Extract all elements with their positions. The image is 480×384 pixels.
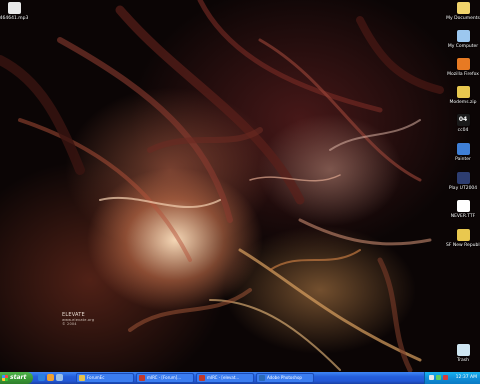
start-label: start xyxy=(10,374,27,381)
mp3-file-shortcut[interactable]: 464641.mp3 xyxy=(0,2,31,21)
wallpaper-signature: ELEVATE www.elevate.org © 2004 xyxy=(62,312,94,326)
icon-label: Painter xyxy=(455,157,471,162)
painter-icon xyxy=(456,143,470,155)
icon-label: cc04 xyxy=(457,128,469,133)
internet-explorer-icon[interactable] xyxy=(38,374,45,381)
ccd4-shortcut[interactable]: 04 cc04 xyxy=(446,114,480,133)
mp3-file-icon xyxy=(7,2,21,14)
taskbar-button[interactable]: ForumEc xyxy=(76,373,134,383)
my-computer-icon xyxy=(456,30,470,42)
icon-label: Modems.zip xyxy=(449,100,477,105)
network-icon[interactable] xyxy=(436,375,441,380)
icon-label: Trash xyxy=(457,358,469,363)
taskbar-button[interactable]: Adobe Photoshop xyxy=(256,373,314,383)
mozilla-firefox-icon xyxy=(456,58,470,70)
messenger-icon[interactable] xyxy=(443,375,448,380)
task-label: mIRC - [elevat... xyxy=(207,375,240,380)
firefox-quicklaunch-icon[interactable] xyxy=(47,374,54,381)
taskbar-button[interactable]: mIRC - [elevat... xyxy=(196,373,254,383)
task-label: Adobe Photoshop xyxy=(267,375,302,380)
icon-label: Mozilla Firefox xyxy=(447,72,479,77)
clock: 12:37 AM xyxy=(455,375,477,380)
icon-label: SF New Republic v1.0 xyxy=(446,243,480,248)
folder-shortcut[interactable]: Modems.zip xyxy=(446,86,480,105)
republic-folder-shortcut[interactable]: SF New Republic v1.0 xyxy=(446,229,480,248)
volume-icon[interactable] xyxy=(429,375,434,380)
desktop-wallpaper: 464641.mp3 My Documents My Computer Mozill… xyxy=(0,0,480,372)
unreal-tournament-shortcut[interactable]: Play UT2004 xyxy=(446,172,480,191)
ccd4-icon: 04 xyxy=(456,114,470,126)
icon-label: My Documents xyxy=(446,16,480,21)
taskbar: start ForumEc mIRC - [Forum]... mIRC - [el… xyxy=(0,372,480,384)
icon-label: 464641.mp3 xyxy=(0,16,29,21)
task-app-icon xyxy=(79,375,85,381)
recycle-bin-icon xyxy=(456,344,470,356)
windows-logo-icon xyxy=(2,375,8,381)
my-documents-shortcut[interactable]: My Documents xyxy=(446,2,480,21)
republic-folder-icon xyxy=(456,229,470,241)
text-document-icon xyxy=(456,200,470,212)
icon-label: Play UT2004 xyxy=(448,186,478,191)
folder-icon xyxy=(456,86,470,98)
painter-shortcut[interactable]: Painter xyxy=(446,143,480,162)
show-desktop-icon[interactable] xyxy=(56,374,63,381)
start-button[interactable]: start xyxy=(0,372,33,384)
system-tray: 12:37 AM xyxy=(424,372,480,384)
mozilla-firefox-shortcut[interactable]: Mozilla Firefox xyxy=(446,58,480,77)
text-document-shortcut[interactable]: NEVER.TTF xyxy=(446,200,480,219)
task-app-icon xyxy=(199,375,205,381)
task-app-icon xyxy=(259,375,265,381)
icon-label: NEVER.TTF xyxy=(450,214,476,219)
unreal-tournament-icon xyxy=(456,172,470,184)
taskbar-button[interactable]: mIRC - [Forum]... xyxy=(136,373,194,383)
my-computer-shortcut[interactable]: My Computer xyxy=(446,30,480,49)
signature-line3: © 2004 xyxy=(62,322,77,326)
task-label: ForumEc xyxy=(87,375,105,380)
recycle-bin-shortcut[interactable]: Trash xyxy=(446,344,480,363)
task-label: mIRC - [Forum]... xyxy=(147,375,182,380)
task-app-icon xyxy=(139,375,145,381)
icon-label: My Computer xyxy=(447,44,479,49)
my-documents-icon xyxy=(456,2,470,14)
